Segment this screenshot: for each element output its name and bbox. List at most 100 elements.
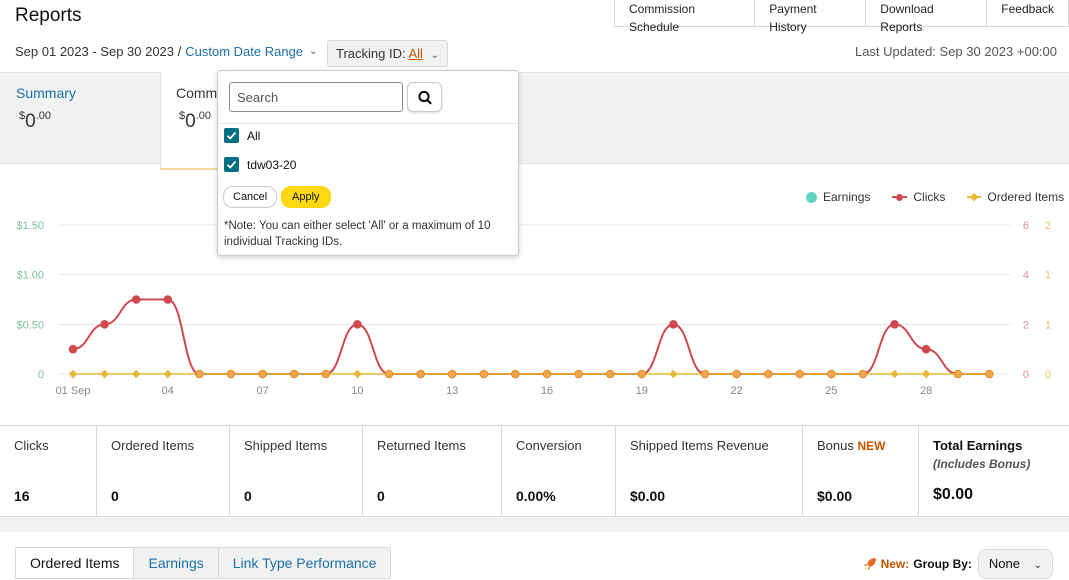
chevron-down-icon: ⌄ <box>430 50 439 61</box>
y-left-tick-label: $1.50 <box>16 220 44 232</box>
clicks-point <box>511 369 520 379</box>
clicks-point <box>479 369 489 379</box>
tab-feedback[interactable]: Feedback <box>986 0 1069 27</box>
metric-returned-items: Returned Items 0 <box>363 426 502 516</box>
x-tick-label: 19 <box>636 385 648 397</box>
date-range-text: Sep 01 2023 - Sep 30 2023 / <box>15 44 182 59</box>
checkbox-checked[interactable] <box>224 157 239 172</box>
value-whole: 0 <box>25 111 36 132</box>
clicks-point <box>637 369 647 379</box>
tab-download-reports[interactable]: Download Reports <box>865 0 988 34</box>
search-button[interactable] <box>407 82 442 112</box>
legend-earnings[interactable]: Earnings <box>806 190 870 204</box>
metrics-row: Clicks 16 Ordered Items 0 Shipped Items … <box>0 425 1069 517</box>
metric-conversion: Conversion 0.00% <box>502 426 616 516</box>
metric-shipped-items: Shipped Items 0 <box>230 426 363 516</box>
x-tick-label: 22 <box>730 385 742 397</box>
y-right-clicks-tick-label: 4 <box>1023 270 1029 282</box>
metric-value: 0 <box>377 488 385 504</box>
tab-link-type-performance[interactable]: Link Type Performance <box>217 547 392 579</box>
apply-button[interactable]: Apply <box>281 186 331 208</box>
clicks-point <box>858 369 868 379</box>
y-right-clicks-tick-label: 2 <box>1023 319 1029 331</box>
tab-earnings[interactable]: Earnings <box>133 547 219 579</box>
ordered-items-point <box>890 369 899 379</box>
tab-ordered-items[interactable]: Ordered Items <box>15 547 135 579</box>
section-divider <box>0 518 1069 532</box>
clicks-point <box>921 344 931 354</box>
legend-clicks[interactable]: Clicks <box>892 190 945 204</box>
metric-sublabel: (Includes Bonus) <box>933 457 1031 471</box>
tracking-id-value: All <box>408 46 423 61</box>
cancel-button[interactable]: Cancel <box>223 186 278 208</box>
ordered-items-point <box>669 369 678 379</box>
y-right-ordered-tick-label: 1 <box>1045 319 1051 331</box>
group-by-control: New: Group By: None ⌄ <box>863 549 1053 579</box>
clicks-point <box>447 369 457 379</box>
clicks-point <box>732 369 741 379</box>
option-all[interactable]: All <box>224 128 260 143</box>
bottom-tabs: Ordered Items Earnings Link Type Perform… <box>15 547 392 579</box>
value-whole: 0 <box>185 111 196 132</box>
ordered-items-line-icon <box>967 192 982 202</box>
custom-date-range-link[interactable]: Custom Date Range <box>185 44 303 59</box>
legend-label: Ordered Items <box>987 190 1065 204</box>
metric-value: 0 <box>111 488 119 504</box>
metric-value: $0.00 <box>817 488 853 504</box>
clicks-point <box>542 369 552 379</box>
metric-bonus: Bonus NEW $0.00 <box>803 426 919 516</box>
tab-commission-schedule[interactable]: Commission Schedule <box>614 0 756 34</box>
summary-card-label[interactable]: Summary <box>16 85 76 101</box>
x-tick-label: 16 <box>541 385 553 397</box>
option-label: tdw03-20 <box>247 157 297 172</box>
new-label: New: <box>880 557 910 571</box>
checkbox-checked[interactable] <box>224 128 239 143</box>
metric-label: Bonus NEW <box>817 438 918 453</box>
metric-label: Shipped Items Revenue <box>630 438 769 453</box>
metric-label: Shipped Items <box>244 438 328 453</box>
metric-label: Returned Items <box>377 438 466 453</box>
clicks-point <box>289 369 299 379</box>
ordered-items-point <box>68 369 78 379</box>
metric-label: Clicks <box>14 438 49 453</box>
chart-legend: Earnings Clicks Ordered Items <box>806 190 1064 204</box>
clicks-point <box>195 369 204 379</box>
x-tick-label: 28 <box>920 385 932 397</box>
value-cents: .00 <box>35 110 51 122</box>
new-badge: NEW <box>857 439 886 453</box>
option-label: All <box>247 128 261 143</box>
top-tabs: Commission Schedule Payment History Down… <box>614 0 1069 34</box>
rocket-icon <box>863 558 876 570</box>
legend-ordered-items[interactable]: Ordered Items <box>967 190 1064 204</box>
y-left-tick-label: 0 <box>38 369 44 381</box>
metric-total-earnings: Total Earnings (Includes Bonus) $0.00 <box>919 426 1069 516</box>
clicks-point <box>258 369 267 379</box>
metric-clicks: Clicks 16 <box>0 426 97 516</box>
earnings-dot-icon <box>806 191 817 203</box>
check-icon <box>226 131 237 140</box>
clicks-point <box>700 369 710 379</box>
metric-value: $0.00 <box>933 486 974 503</box>
search-input[interactable] <box>229 82 403 112</box>
option-tdw03-20[interactable]: tdw03-20 <box>224 157 296 172</box>
ordered-items-point <box>353 369 362 379</box>
legend-label: Clicks <box>913 190 946 204</box>
group-by-value: None <box>988 556 1020 571</box>
last-updated: Last Updated: Sep 30 2023 +00:00 <box>854 44 1057 59</box>
clicks-point <box>100 320 109 329</box>
y-right-ordered-tick-label: 2 <box>1045 220 1051 232</box>
chevron-down-icon[interactable]: ⌄ <box>309 46 317 57</box>
tab-payment-history[interactable]: Payment History <box>754 0 867 34</box>
clicks-point <box>131 295 141 304</box>
clicks-series-line <box>72 298 990 375</box>
value-cents: .00 <box>195 110 211 122</box>
metric-ordered-items: Ordered Items 0 <box>97 426 230 516</box>
x-tick-label: 01 Sep <box>56 385 91 397</box>
tracking-id-label: Tracking ID: <box>336 46 406 61</box>
metric-label: Conversion <box>516 438 582 453</box>
earnings-chart: 0 0 0 $0.50 2 1 $1.00 4 1 $1.50 6 2 01 Sep 04 07 10 13 16… <box>16 220 1051 397</box>
legend-label: Earnings <box>823 190 871 204</box>
group-by-select[interactable]: None ⌄ <box>977 549 1053 579</box>
tracking-id-dropdown[interactable]: Tracking ID: All ⌄ <box>327 40 448 67</box>
metric-label: Total Earnings <box>933 438 1023 453</box>
